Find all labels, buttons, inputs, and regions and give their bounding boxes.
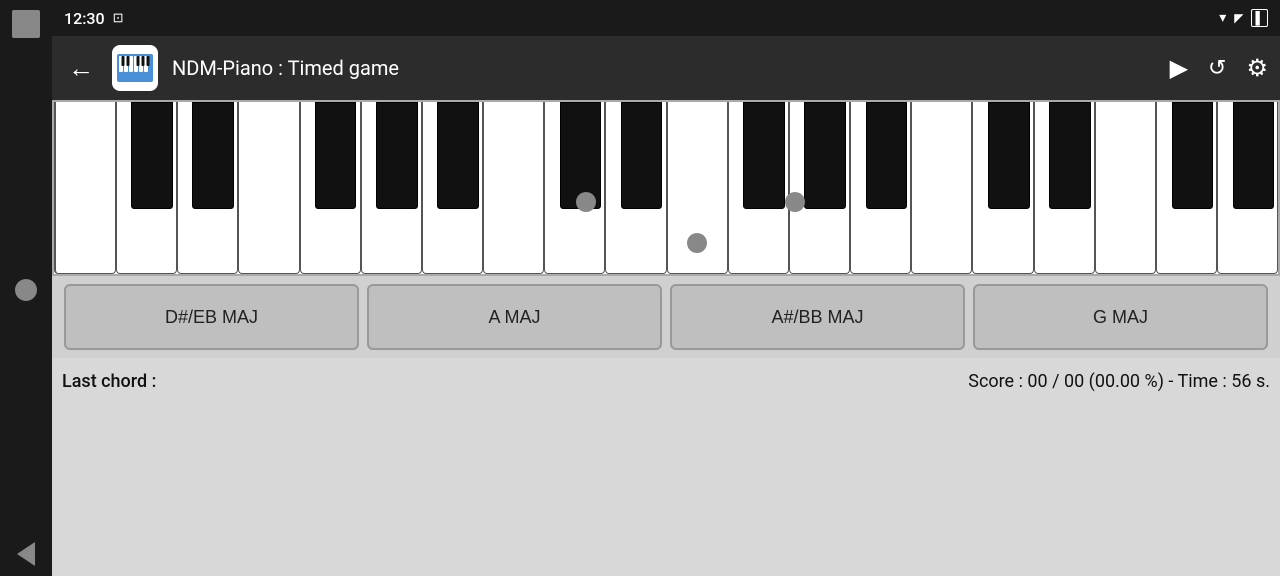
- wifi-icon: ▾: [1219, 10, 1226, 26]
- piano-wrapper: [54, 102, 1278, 274]
- sidebar-circle: [15, 279, 37, 301]
- white-key-20[interactable]: [1217, 102, 1278, 274]
- sidebar-back-arrow[interactable]: [17, 542, 35, 566]
- replay-button[interactable]: ↺: [1208, 56, 1226, 81]
- piano-dot-2: [785, 192, 805, 212]
- white-key-5[interactable]: [300, 102, 361, 274]
- header-actions: ▶ ↺ ⚙: [1170, 54, 1268, 82]
- sim-icon: ⊡: [113, 11, 124, 26]
- info-bar: Last chord : Score : 00 / 00 (00.00 %) -…: [52, 358, 1280, 404]
- main-content: 12:30 ⊡ ▾ ◤ ▌ ←: [52, 0, 1280, 576]
- piano-dot-3: [687, 233, 707, 253]
- status-left: 12:30 ⊡: [64, 9, 124, 28]
- chord-button-1[interactable]: A MAJ: [367, 284, 662, 350]
- right-sidebar: [0, 0, 52, 576]
- white-key-6[interactable]: [361, 102, 422, 274]
- white-key-7[interactable]: [422, 102, 483, 274]
- white-key-18[interactable]: [1095, 102, 1156, 274]
- signal-icon: ◤: [1234, 11, 1243, 25]
- battery-icon: ▌: [1251, 9, 1268, 27]
- settings-button[interactable]: ⚙: [1246, 54, 1268, 82]
- white-key-17[interactable]: [1034, 102, 1095, 274]
- bottom-space: [52, 404, 1280, 576]
- score-time-label: Score : 00 / 00 (00.00 %) - Time : 56 s.: [968, 371, 1270, 392]
- chord-button-3[interactable]: G MAJ: [973, 284, 1268, 350]
- white-key-14[interactable]: [850, 102, 911, 274]
- white-key-1[interactable]: [54, 102, 116, 274]
- white-key-2[interactable]: [116, 102, 177, 274]
- status-right: ▾ ◤ ▌: [1219, 9, 1268, 27]
- last-chord-label: Last chord :: [62, 371, 156, 392]
- white-key-10[interactable]: [605, 102, 666, 274]
- chord-buttons: D#/EB MAJ A MAJ A#/BB MAJ G MAJ: [52, 276, 1280, 358]
- chord-button-0[interactable]: D#/EB MAJ: [64, 284, 359, 350]
- back-button[interactable]: ←: [64, 49, 98, 88]
- status-time: 12:30: [64, 9, 105, 28]
- white-key-9[interactable]: [544, 102, 605, 274]
- piano-dot-1: [576, 192, 596, 212]
- white-key-15[interactable]: [911, 102, 972, 274]
- app-icon: [112, 45, 158, 91]
- white-key-16[interactable]: [972, 102, 1033, 274]
- white-key-12[interactable]: [728, 102, 789, 274]
- white-key-4[interactable]: [238, 102, 299, 274]
- white-key-13[interactable]: [789, 102, 850, 274]
- white-keys: [54, 102, 1278, 274]
- chord-button-2[interactable]: A#/BB MAJ: [670, 284, 965, 350]
- play-button[interactable]: ▶: [1170, 54, 1188, 82]
- white-key-19[interactable]: [1156, 102, 1217, 274]
- sidebar-square: [12, 10, 40, 38]
- piano-app-icon-svg: [115, 48, 155, 88]
- piano-section: [52, 100, 1280, 276]
- app-title: NDM-Piano : Timed game: [172, 56, 1156, 80]
- white-key-8[interactable]: [483, 102, 544, 274]
- app-header: ← NDM-Piano : Timed game ▶ ↺ ⚙: [52, 36, 1280, 100]
- white-key-3[interactable]: [177, 102, 238, 274]
- status-bar: 12:30 ⊡ ▾ ◤ ▌: [52, 0, 1280, 36]
